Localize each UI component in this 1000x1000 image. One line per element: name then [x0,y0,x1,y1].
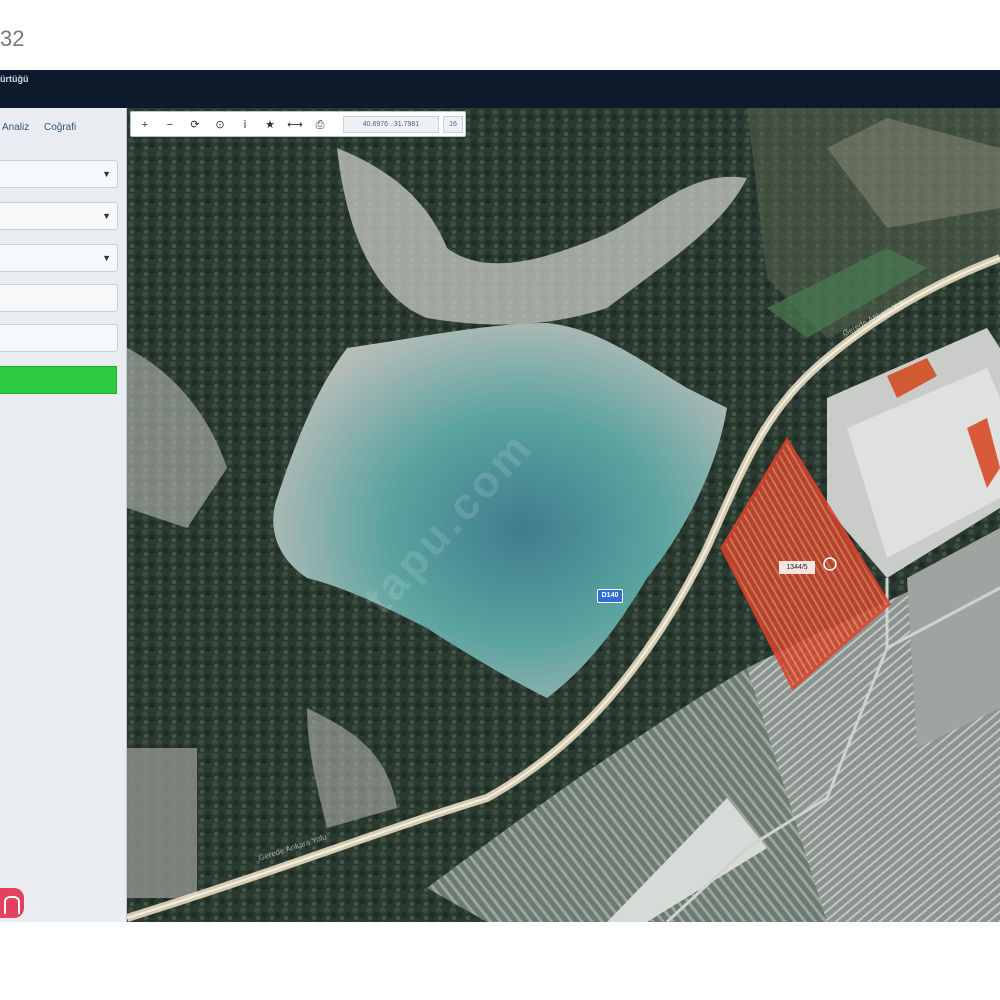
coordinate-readout: 40.6976 . 31.7981 [343,116,439,133]
chevron-down-icon: ▼ [102,253,111,263]
dropdown-2[interactable]: ▼ [0,202,118,230]
support-badge-icon[interactable] [0,888,24,918]
app-titlebar: ürtüğü [0,70,1000,108]
map-view[interactable]: tapu.com Gerede Ankara Yolu Gerede Ankar… [127,108,1000,922]
parcel-label[interactable]: 1344/5 [779,561,815,574]
zoom-out-icon[interactable]: − [160,115,180,135]
print-icon[interactable]: ⎙ [310,115,330,135]
zoom-level-readout: 16 [443,116,463,133]
map-toolbar: + − ⟳ ⊙ i ★ ⟷ ⎙ 40.6976 . 31.7981 16 [130,111,466,137]
dropdown-3[interactable]: ▼ [0,244,118,272]
input-field-1[interactable] [0,284,118,312]
frame-counter: 32 [0,26,25,51]
chevron-down-icon: ▼ [102,169,111,179]
dropdown-1[interactable]: ▼ [0,160,118,188]
road-shield-badge: D140 [597,589,623,603]
zoom-in-icon[interactable]: + [135,115,155,135]
sidebar-tabs: Analiz Coğrafi [0,118,127,138]
input-field-2[interactable] [0,324,118,352]
target-icon[interactable]: ⊙ [210,115,230,135]
satellite-imagery [127,108,1000,922]
tab-analiz[interactable]: Analiz [2,122,29,133]
chevron-down-icon: ▼ [102,211,111,221]
app-title: ürtüğü [0,74,29,84]
star-icon[interactable]: ★ [260,115,280,135]
tab-cografi[interactable]: Coğrafi [44,122,76,133]
query-button[interactable] [0,366,117,394]
info-icon[interactable]: i [235,115,255,135]
measure-icon[interactable]: ⟷ [285,115,305,135]
refresh-icon[interactable]: ⟳ [185,115,205,135]
sidebar-panel: Analiz Coğrafi ▼ ▼ ▼ [0,108,127,922]
